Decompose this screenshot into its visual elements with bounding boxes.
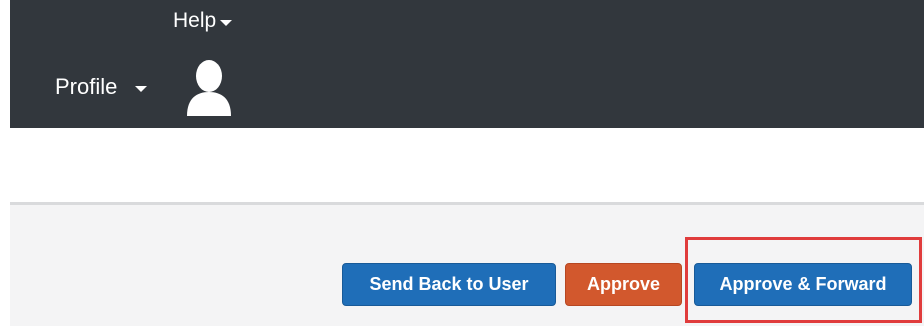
left-margin xyxy=(0,0,10,326)
profile-menu[interactable]: Profile xyxy=(55,72,148,102)
page-header-area xyxy=(10,128,924,202)
help-label: Help xyxy=(173,9,217,32)
help-menu[interactable]: Help xyxy=(173,7,233,35)
approve-button[interactable]: Approve xyxy=(565,263,682,306)
user-avatar-icon[interactable] xyxy=(183,58,235,118)
send-back-to-user-button[interactable]: Send Back to User xyxy=(342,263,556,306)
profile-label: Profile xyxy=(55,74,118,99)
top-navigation-bar xyxy=(10,0,924,128)
help-chevron-down-icon xyxy=(220,19,233,26)
profile-chevron-down-icon xyxy=(135,85,148,92)
avatar-svg xyxy=(187,60,231,116)
highlight-box xyxy=(685,237,922,323)
send-back-label: Send Back to User xyxy=(369,274,529,294)
approve-label: Approve xyxy=(586,274,660,294)
